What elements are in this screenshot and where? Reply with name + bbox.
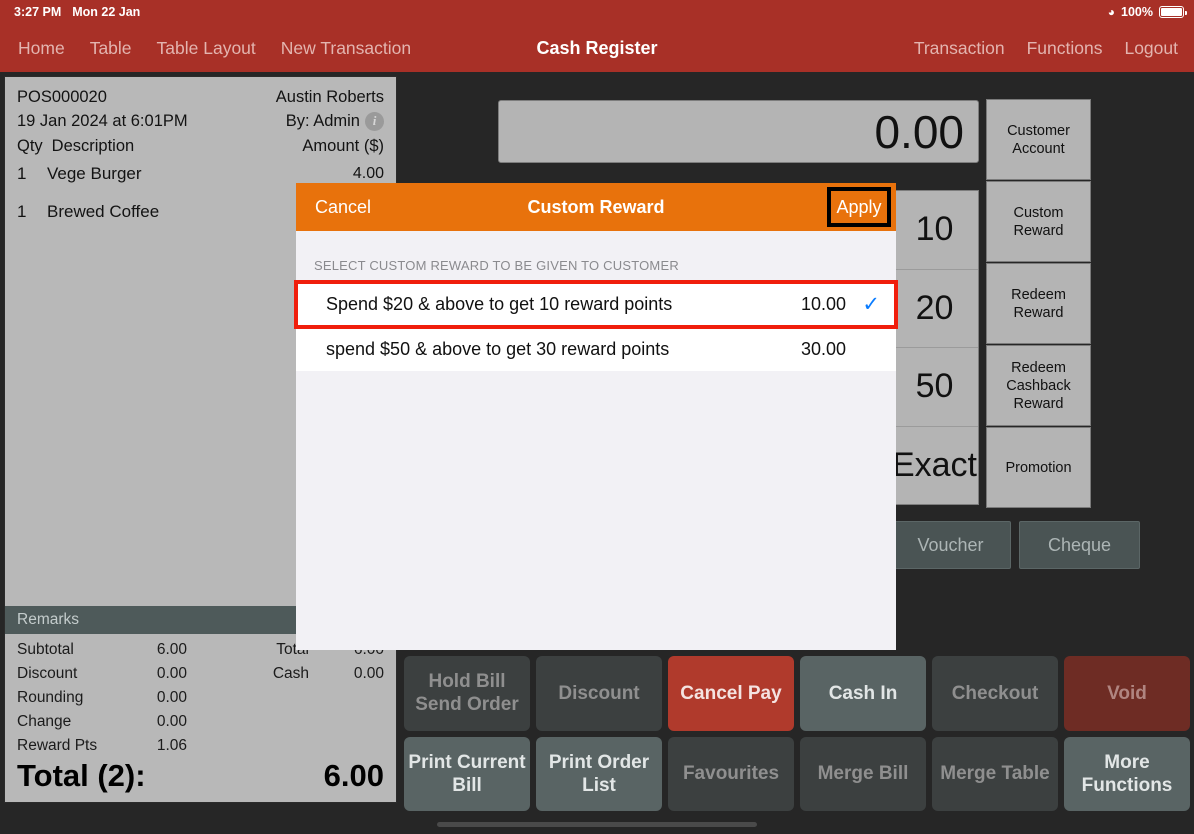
subtotal-value: 6.00 [156, 641, 187, 658]
reward-item-name: spend $50 & above to get 30 reward point… [326, 338, 670, 359]
checkmark-icon: ✓ [862, 293, 880, 316]
receipt-col-qty: Qty [17, 137, 43, 155]
wifi-icon: ◕ [1107, 5, 1116, 19]
discount-button[interactable]: Discount [536, 656, 662, 731]
status-bar-left: 3:27 PM Mon 22 Jan [14, 5, 140, 19]
quick-key-50[interactable]: 50 [891, 348, 978, 427]
quick-key-20[interactable]: 20 [891, 270, 978, 348]
nav-transaction[interactable]: Transaction [914, 38, 1005, 59]
print-order-list-button[interactable]: Print Order List [536, 736, 662, 811]
reward-item-value: 30.00 [800, 338, 846, 359]
change-label: Change [17, 713, 72, 730]
subtotal-label: Subtotal [17, 641, 74, 658]
modal-body: SELECT CUSTOM REWARD TO BE GIVEN TO CUST… [294, 231, 898, 650]
hold-bill-send-order-button[interactable]: Hold Bill Send Order [404, 656, 530, 731]
reward-item-name: Spend $20 & above to get 10 reward point… [326, 294, 673, 314]
custom-reward-modal: Cancel Custom Reward Apply SELECT CUSTOM… [294, 183, 898, 650]
line-item-qty: 1 [17, 164, 27, 183]
more-functions-button[interactable]: More Functions [1064, 736, 1190, 811]
void-button[interactable]: Void [1064, 656, 1190, 731]
battery-percent-label: 100% [1121, 5, 1153, 19]
reward-pts-value: 1.06 [156, 737, 187, 754]
print-current-bill-button[interactable]: Print Current Bill [404, 736, 530, 811]
cash-value: 0.00 [353, 665, 384, 682]
custom-reward-list: Spend $20 & above to get 10 reward point… [294, 280, 898, 371]
grand-total-label: Total (2): [17, 758, 146, 793]
cash-in-button[interactable]: Cash In [800, 656, 926, 731]
apply-button-highlight: Apply [827, 187, 891, 227]
receipt-col-amount: Amount ($) [302, 137, 384, 155]
amount-display-value: 0.00 [874, 105, 964, 158]
total-label: Total [276, 641, 309, 658]
redeem-reward-button[interactable]: Redeem Reward [986, 263, 1091, 344]
receipt-header: POS000020 Austin Roberts 19 Jan 2024 at … [5, 77, 396, 159]
custom-reward-list-item[interactable]: spend $50 & above to get 30 reward point… [296, 327, 896, 371]
receipt-cashier-group: By: Admin i [286, 109, 384, 133]
receipt-col-description: Description [51, 137, 135, 155]
remarks-label: Remarks [17, 611, 80, 628]
custom-reward-button[interactable]: Custom Reward [986, 181, 1091, 262]
modal-title: Custom Reward [527, 196, 665, 217]
receipt-order-row: POS000020 Austin Roberts [17, 85, 384, 109]
quick-amount-keypad: 10 20 50 Exact [890, 190, 979, 505]
status-date: Mon 22 Jan [72, 5, 141, 19]
receipt-datetime-row: 19 Jan 2024 at 6:01PM By: Admin i [17, 109, 384, 133]
modal-apply-button[interactable]: Apply [836, 197, 881, 218]
cancel-pay-button[interactable]: Cancel Pay [668, 656, 794, 731]
redeem-cashback-reward-button[interactable]: Redeem Cashback Reward [986, 345, 1091, 426]
home-indicator [437, 822, 757, 827]
line-item-qty: 1 [17, 202, 27, 221]
receipt-totals: Subtotal 6.00 Total 6.00 Discount 0.00 C… [5, 634, 396, 758]
function-button-grid: Hold Bill Send Order Discount Cancel Pay… [404, 656, 1190, 811]
pos-app-screen: 3:27 PM Mon 22 Jan ◕ 100% Home Table Tab… [0, 0, 1194, 834]
receipt-datetime: 19 Jan 2024 at 6:01PM [17, 112, 188, 130]
nav-logout[interactable]: Logout [1124, 38, 1178, 59]
quick-key-10[interactable]: 10 [891, 191, 978, 270]
merge-table-button[interactable]: Merge Table [932, 736, 1058, 811]
status-time: 3:27 PM [14, 5, 62, 19]
totals-grid: Subtotal 6.00 Total 6.00 Discount 0.00 C… [17, 638, 384, 758]
reward-pts-label: Reward Pts [17, 737, 98, 754]
change-value: 0.00 [156, 713, 187, 730]
rounding-value: 0.00 [156, 689, 187, 706]
receipt-cashier: By: Admin [285, 112, 360, 130]
receipt-order-number: POS000020 [17, 88, 107, 106]
status-bar-right: ◕ 100% [1107, 5, 1187, 19]
modal-header: Cancel Custom Reward Apply [296, 183, 896, 231]
nav-functions[interactable]: Functions [1027, 38, 1103, 59]
modal-cancel-button[interactable]: Cancel [315, 197, 371, 218]
cash-label: Cash [272, 665, 309, 682]
discount-label: Discount [17, 665, 78, 682]
status-bar: 3:27 PM Mon 22 Jan ◕ 100% [0, 0, 1194, 24]
customer-account-button[interactable]: Customer Account [986, 99, 1091, 180]
reward-item-value: 10.00 [800, 294, 846, 314]
checkout-button[interactable]: Checkout [932, 656, 1058, 731]
merge-bill-button[interactable]: Merge Bill [800, 736, 926, 811]
receipt-customer-name: Austin Roberts [275, 88, 384, 106]
reward-side-buttons: Customer Account Custom Reward Redeem Re… [986, 99, 1091, 509]
modal-section-label: SELECT CUSTOM REWARD TO BE GIVEN TO CUST… [314, 258, 679, 273]
receipt-column-headers: Qty Description Amount ($) [17, 133, 384, 159]
grand-total-row: Total (2): 6.00 [5, 758, 396, 802]
nav-right-group: Transaction Functions Logout [914, 24, 1178, 72]
grand-total-value: 6.00 [323, 758, 384, 793]
cheque-button[interactable]: Cheque [1019, 521, 1140, 569]
rounding-label: Rounding [17, 689, 84, 706]
voucher-button[interactable]: Voucher [890, 521, 1011, 569]
navigation-bar: Home Table Table Layout New Transaction … [0, 24, 1194, 72]
battery-full-icon [1159, 6, 1187, 18]
discount-value: 0.00 [156, 665, 187, 682]
quick-key-exact[interactable]: Exact [891, 427, 978, 505]
payment-method-row: Voucher Cheque [890, 521, 1140, 569]
favourites-button[interactable]: Favourites [668, 736, 794, 811]
promotion-button[interactable]: Promotion [986, 427, 1091, 508]
amount-display[interactable]: 0.00 [498, 100, 979, 163]
info-icon[interactable]: i [365, 111, 384, 131]
custom-reward-list-item[interactable]: Spend $20 & above to get 10 reward point… [294, 280, 898, 329]
